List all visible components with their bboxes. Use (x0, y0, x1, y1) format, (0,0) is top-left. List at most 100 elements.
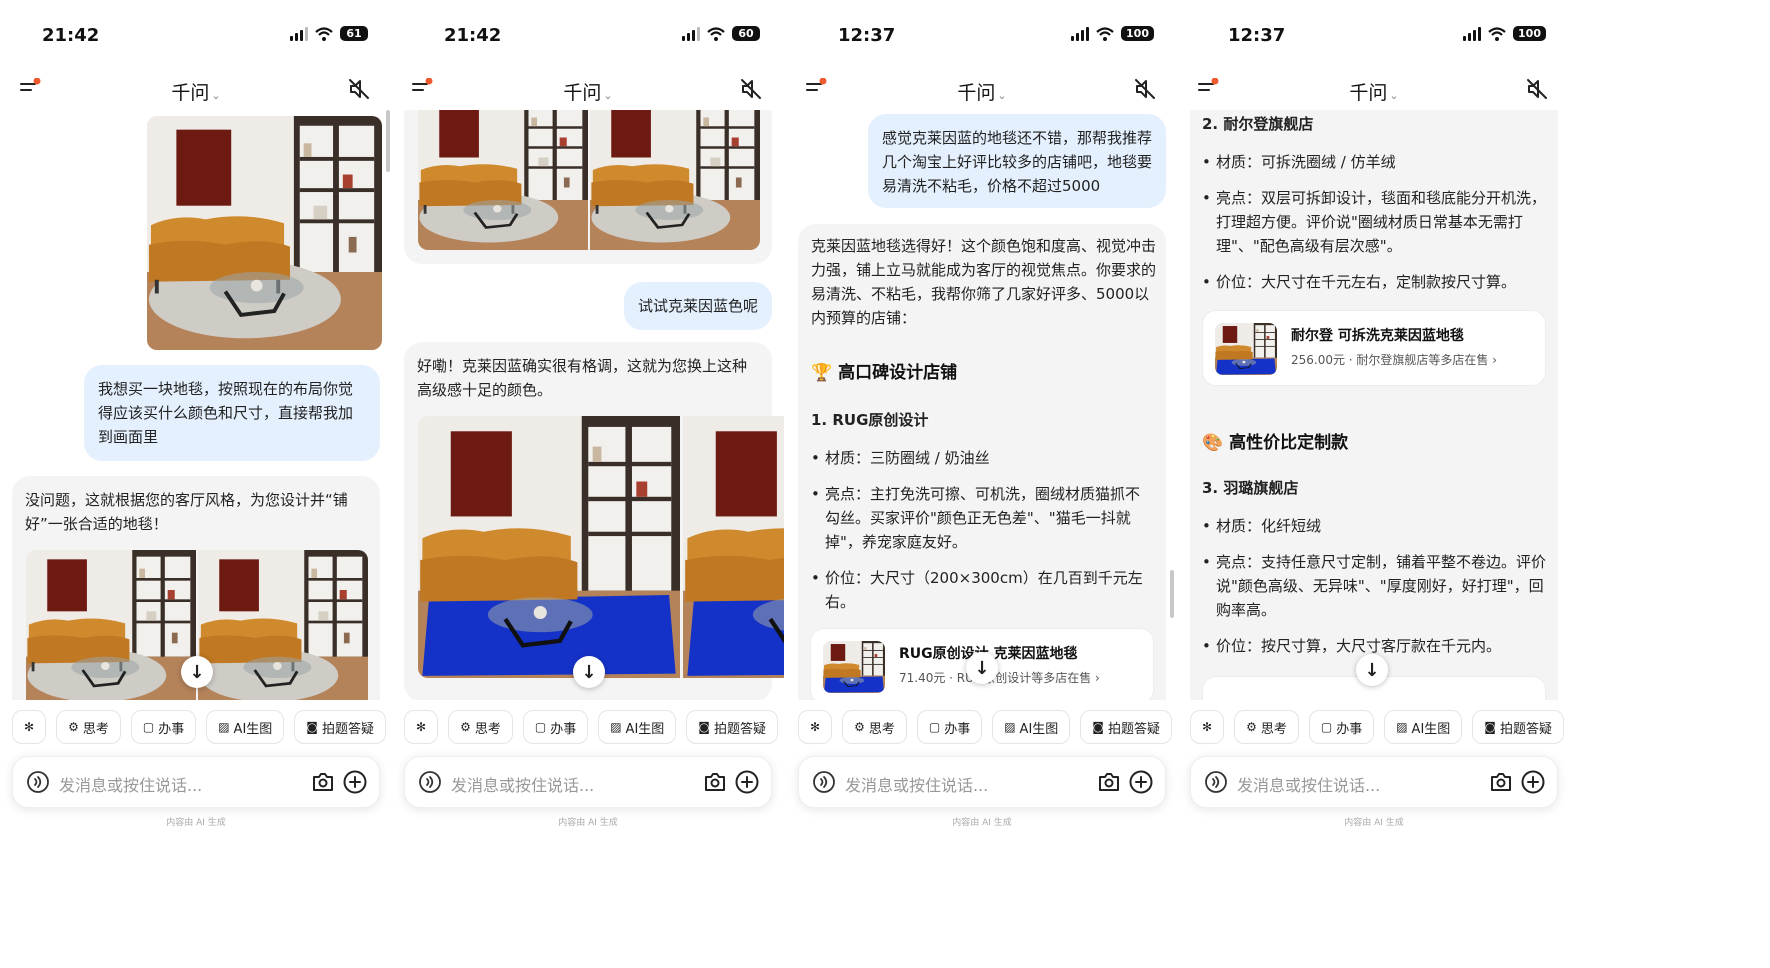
message-input-bar[interactable]: 发消息或按住说话... (1190, 756, 1558, 808)
mute-icon[interactable] (1132, 76, 1158, 102)
voice-icon[interactable] (1205, 771, 1227, 793)
chip-asterisk[interactable]: ✻ (1190, 710, 1225, 744)
message-input[interactable]: 发消息或按住说话... (451, 772, 594, 796)
chat-area[interactable]: 我想买一块地毯，按照现在的布局你觉得应该买什么颜色和尺寸，直接帮我加到画面里 没… (0, 110, 392, 700)
generated-rug-image-2[interactable] (590, 110, 760, 250)
uploaded-room-photo[interactable] (147, 116, 382, 350)
plus-icon[interactable] (1521, 770, 1545, 794)
voice-icon[interactable] (27, 771, 49, 793)
scroll-down-button[interactable]: ↓ (1356, 654, 1388, 686)
scroll-down-button[interactable]: ↓ (966, 652, 998, 684)
app-title[interactable]: 千问 ⌄ (1178, 78, 1570, 105)
quick-actions: ✻ ⚙ 思考 ▢ 办事 ▨ AI生图 ◙ 拍题答疑 (1190, 710, 1570, 746)
chip-task[interactable]: ▢ 办事 (916, 710, 983, 744)
image-gen-icon: ▨ (1004, 720, 1016, 734)
chip-task[interactable]: ▢ 办事 (1308, 710, 1375, 744)
battery-indicator: 61 (340, 26, 368, 41)
quick-actions: ✻ ⚙ 思考 ▢ 办事 ▨ AI生图 ◙ 拍题答疑 (798, 710, 1178, 746)
camera-icon[interactable] (1489, 770, 1513, 794)
scroll-down-button[interactable]: ↓ (573, 656, 605, 688)
battery-indicator: 100 (1121, 26, 1154, 41)
chip-task[interactable]: ▢ 办事 (130, 710, 197, 744)
plus-icon[interactable] (343, 770, 367, 794)
chip-photo-question[interactable]: ◙ 拍题答疑 (294, 710, 386, 744)
chip-image-gen[interactable]: ▨ AI生图 (598, 710, 677, 744)
chip-image-gen[interactable]: ▨ AI生图 (1384, 710, 1463, 744)
scroll-down-button[interactable]: ↓ (181, 656, 213, 688)
message-input-bar[interactable]: 发消息或按住说话... (12, 756, 380, 808)
chat-area[interactable]: 试试克莱因蓝色呢 好嘞！克莱因蓝确实很有格调，这就为您换上这种高级感十足的颜色。… (392, 110, 784, 700)
camera-icon[interactable] (1097, 770, 1121, 794)
klein-blue-rug-image-1[interactable] (418, 416, 680, 678)
chip-task[interactable]: ▢ 办事 (522, 710, 589, 744)
app-title[interactable]: 千问 ⌄ (392, 78, 784, 105)
chip-think[interactable]: ⚙ 思考 (1234, 710, 1299, 744)
chevron-down-icon: ⌄ (211, 89, 221, 102)
clock: 12:37 (1228, 25, 1286, 46)
store3-bullet-material: 材质：化纤短绒 (1202, 514, 1546, 538)
app-title[interactable]: 千问 ⌄ (786, 78, 1178, 105)
chip-think[interactable]: ⚙ 思考 (842, 710, 907, 744)
product-card[interactable]: 耐尔登 可拆洗克莱因蓝地毯 256.00元 · 耐尔登旗舰店等多店在售 › (1202, 310, 1546, 386)
section-title: 🏆 高口碑设计店铺 (811, 363, 958, 383)
wifi-icon (707, 26, 725, 41)
message-input[interactable]: 发消息或按住说话... (59, 772, 202, 796)
camera-question-icon: ◙ (306, 720, 318, 734)
phone-screen-4: 12:37 100 千问⌄ 2. 耐尔登旗舰店 材质：可拆洗圈绒 / 仿羊绒 亮… (1178, 0, 1570, 968)
store2-bullet-highlight: 亮点：双层可拆卸设计，毯面和毯底能分开机洗，打理超方便。评价说"圈绒材质日常基本… (1202, 186, 1546, 258)
camera-icon[interactable] (703, 770, 727, 794)
camera-icon[interactable] (311, 770, 335, 794)
product-meta: 256.00元 · 耐尔登旗舰店等多店在售 › (1291, 353, 1498, 367)
voice-icon[interactable] (419, 771, 441, 793)
chip-photo-question[interactable]: ◙ 拍题答疑 (686, 710, 778, 744)
phone-screen-3: 12:37 100 千问 ⌄ 感觉克莱因蓝的地毯还不错，那帮我推荐几个淘宝上好评比… (786, 0, 1178, 968)
chip-think[interactable]: ⚙ 思考 (448, 710, 513, 744)
asterisk-icon: ✻ (1202, 720, 1213, 734)
plus-icon[interactable] (1129, 770, 1153, 794)
message-input[interactable]: 发消息或按住说话... (1237, 772, 1380, 796)
quick-actions: ✻ ⚙ 思考 ▢ 办事 ▨ AI生图 ◙ 拍题答疑 (404, 710, 784, 746)
think-icon: ⚙ (854, 720, 865, 734)
asterisk-icon: ✻ (416, 720, 427, 734)
task-icon: ▢ (928, 720, 941, 734)
signal-icon (682, 26, 700, 41)
klein-blue-rug-image-2[interactable] (683, 416, 784, 678)
chip-asterisk[interactable]: ✻ (12, 710, 47, 744)
battery-indicator: 60 (732, 26, 760, 41)
scrollbar[interactable] (386, 110, 390, 172)
chip-asterisk[interactable]: ✻ (404, 710, 439, 744)
mute-icon[interactable] (1524, 76, 1550, 102)
store2-bullet-price: 价位：大尺寸在千元左右，定制款按尺寸算。 (1202, 270, 1546, 294)
scrollbar[interactable] (1170, 570, 1174, 618)
status-bar: 12:37 100 (786, 22, 1178, 48)
message-input-bar[interactable]: 发消息或按住说话... (798, 756, 1166, 808)
wifi-icon (315, 26, 333, 41)
voice-icon[interactable] (813, 771, 835, 793)
clock: 21:42 (42, 25, 100, 46)
ai-disclaimer: 内容由 AI 生成 (166, 818, 226, 828)
user-message: 我想买一块地毯，按照现在的布局你觉得应该买什么颜色和尺寸，直接帮我加到画面里 (84, 365, 380, 461)
status-bar: 21:42 61 (0, 22, 392, 48)
chip-asterisk[interactable]: ✻ (798, 710, 833, 744)
app-title[interactable]: 千问 ⌄ (0, 78, 392, 105)
chat-area[interactable]: 感觉克莱因蓝的地毯还不错，那帮我推荐几个淘宝上好评比较多的店铺吧，地毯要易清洗不… (786, 110, 1178, 700)
message-input-bar[interactable]: 发消息或按住说话... (404, 756, 772, 808)
plus-icon[interactable] (735, 770, 759, 794)
generated-rug-image-2[interactable] (198, 550, 368, 700)
chip-image-gen[interactable]: ▨ AI生图 (206, 710, 285, 744)
mute-icon[interactable] (346, 76, 372, 102)
product-thumbnail (823, 641, 885, 693)
chip-think[interactable]: ⚙ 思考 (56, 710, 121, 744)
message-input[interactable]: 发消息或按住说话... (845, 772, 988, 796)
asterisk-icon: ✻ (810, 720, 821, 734)
chip-photo-question[interactable]: ◙ 拍题答疑 (1472, 710, 1564, 744)
product-meta: 71.40元 · RUG原创设计等多店在售 › (899, 671, 1100, 685)
generated-rug-image-1[interactable] (418, 110, 588, 250)
mute-icon[interactable] (738, 76, 764, 102)
chip-image-gen[interactable]: ▨ AI生图 (992, 710, 1071, 744)
top-bar: 千问 ⌄ (1178, 70, 1570, 110)
chat-area[interactable]: 2. 耐尔登旗舰店 材质：可拆洗圈绒 / 仿羊绒 亮点：双层可拆卸设计，毯面和毯… (1178, 110, 1570, 700)
chevron-down-icon: ⌄ (603, 89, 613, 102)
chip-photo-question[interactable]: ◙ 拍题答疑 (1080, 710, 1172, 744)
generated-rug-image-1[interactable] (26, 550, 196, 700)
